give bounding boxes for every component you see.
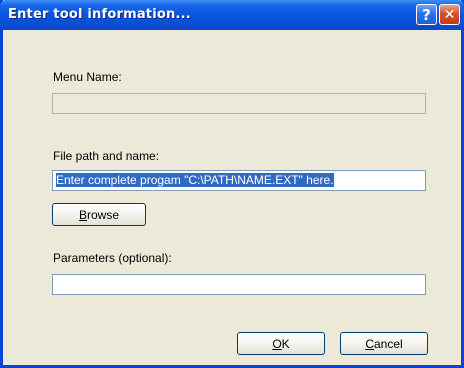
menu-name-label: Menu Name: [53, 70, 122, 84]
menu-name-field[interactable] [52, 93, 426, 114]
title-bar[interactable]: Enter tool information... ? ✕ [0, 0, 464, 30]
cancel-button[interactable]: Cancel [340, 332, 428, 355]
close-button[interactable]: ✕ [439, 4, 460, 25]
file-path-label: File path and name: [53, 149, 160, 163]
dialog-window: Enter tool information... ? ✕ Menu Name:… [0, 0, 464, 368]
parameters-field[interactable] [52, 274, 426, 295]
file-path-value: Enter complete progam "C:\PATH\NAME.EXT"… [56, 173, 334, 187]
help-button[interactable]: ? [416, 4, 437, 25]
close-icon: ✕ [443, 6, 456, 23]
ok-button[interactable]: OK [237, 332, 325, 355]
file-path-field[interactable]: Enter complete progam "C:\PATH\NAME.EXT"… [52, 170, 426, 191]
browse-button[interactable]: Browse [52, 203, 146, 226]
parameters-label: Parameters (optional): [53, 251, 172, 265]
help-icon: ? [422, 5, 431, 24]
dialog-title: Enter tool information... [8, 7, 191, 22]
